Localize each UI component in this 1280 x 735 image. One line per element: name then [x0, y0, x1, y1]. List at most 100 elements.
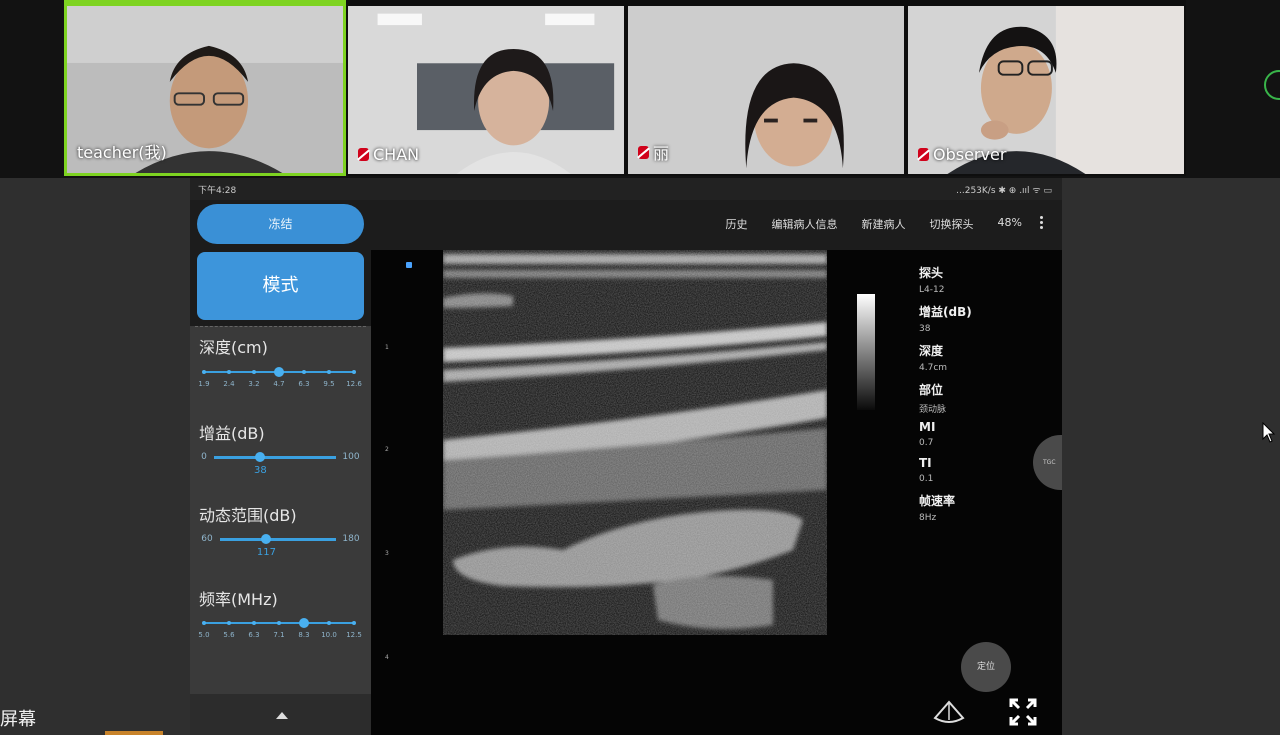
depth-tick-mark[interactable] — [327, 370, 331, 374]
dynamic-range-slider-track[interactable] — [220, 538, 336, 541]
video-strip: teacher(我) CHAN 丽 Observer — [0, 0, 1280, 178]
param-site-label: 部位 — [919, 383, 944, 397]
depth-slider-thumb[interactable] — [274, 367, 284, 377]
depth-tick-label: 9.5 — [323, 380, 335, 388]
mic-muted-icon — [918, 148, 929, 161]
status-bar: 下午4:28 ...253K/s ✱ ⊕ .ııl ᯤ ▭ — [190, 178, 1062, 200]
frequency-slider-thumb[interactable] — [299, 618, 309, 628]
participant-name: Observer — [918, 145, 1006, 164]
depth-tick: 4 — [385, 654, 389, 661]
dynamic-range-max: 180 — [342, 534, 360, 544]
parameter-list: 探头 L4-12 增益(dB) 38 深度 4.7cm 部位 颈动脉 MI 0.… — [919, 258, 1009, 525]
frequency-tick-mark[interactable] — [227, 621, 231, 625]
param-depth-label: 深度 — [919, 344, 944, 358]
share-right-margin — [1062, 178, 1280, 735]
param-depth-value: 4.7cm — [919, 363, 948, 373]
participant-tile-li[interactable]: 丽 — [626, 0, 906, 176]
param-framerate-value: 8Hz — [919, 513, 937, 523]
frequency-tick-label: 12.5 — [346, 631, 362, 639]
freeze-button[interactable]: 冻结 — [197, 204, 364, 244]
shared-screen: 下午4:28 ...253K/s ✱ ⊕ .ııl ᯤ ▭ 历史 编辑病人信息 … — [190, 178, 1062, 735]
participant-name-label: teacher(我) — [77, 143, 167, 162]
new-patient-button[interactable]: 新建病人 — [862, 216, 906, 232]
share-screen-label[interactable]: 屏幕 — [0, 705, 36, 731]
gain-value: 38 — [253, 465, 267, 476]
depth-tick-label: 3.2 — [248, 380, 260, 388]
orientation-marker — [406, 262, 412, 268]
param-probe-value: L4-12 — [919, 285, 945, 295]
depth-tick-label: 6.3 — [298, 380, 310, 388]
depth-label: 深度(cm) — [199, 338, 268, 357]
probe-icon[interactable] — [931, 698, 967, 726]
gain-slider-track[interactable] — [214, 456, 336, 459]
share-left-margin — [0, 178, 190, 735]
gain-min: 0 — [201, 452, 207, 462]
param-ti-value: 0.1 — [919, 474, 934, 484]
participant-name-label: 丽 — [653, 144, 670, 163]
participant-name: teacher(我) — [77, 139, 167, 163]
depth-tick-mark[interactable] — [252, 370, 256, 374]
status-time: 下午4:28 — [198, 186, 237, 196]
video-feed-li — [628, 6, 904, 174]
mic-muted-icon — [638, 145, 649, 159]
depth-tick-mark[interactable] — [227, 370, 231, 374]
dynamic-range-label: 动态范围(dB) — [199, 506, 297, 525]
frequency-tick-mark[interactable] — [352, 621, 356, 625]
frequency-tick-label: 6.3 — [248, 631, 260, 639]
depth-tick: 2 — [385, 446, 389, 453]
top-toolbar: 历史 编辑病人信息 新建病人 切换探头 48% — [726, 216, 1022, 232]
param-framerate-label: 帧速率 — [919, 494, 956, 508]
mouse-cursor-icon — [1262, 422, 1276, 443]
more-menu-icon[interactable] — [1040, 216, 1044, 230]
frequency-tick-label: 8.3 — [298, 631, 310, 639]
status-ring-icon[interactable] — [1264, 70, 1280, 100]
depth-tick-label: 12.6 — [346, 380, 362, 388]
switch-probe-button[interactable]: 切换探头 — [930, 216, 974, 232]
depth-tick: 3 — [385, 550, 389, 557]
participant-tile-teacher[interactable]: teacher(我) — [64, 0, 346, 176]
frequency-tick-mark[interactable] — [252, 621, 256, 625]
frequency-tick-mark[interactable] — [327, 621, 331, 625]
status-icons: ...253K/s ✱ ⊕ .ııl ᯤ ▭ — [956, 186, 1052, 196]
dynamic-range-value: 117 — [256, 547, 276, 558]
frequency-tick-label: 7.1 — [273, 631, 285, 639]
panel-divider — [195, 326, 366, 327]
param-gain-value: 38 — [919, 324, 931, 334]
frequency-tick-mark[interactable] — [202, 621, 206, 625]
participant-name-label: Observer — [933, 145, 1007, 164]
param-ti-label: TI — [919, 456, 932, 470]
depth-tick-mark[interactable] — [202, 370, 206, 374]
depth-tick: 1 — [385, 344, 389, 351]
participant-tile-observer[interactable]: Observer — [906, 0, 1186, 176]
gain-max: 100 — [342, 452, 360, 462]
depth-tick-mark[interactable] — [302, 370, 306, 374]
frequency-tick-label: 5.6 — [223, 631, 235, 639]
edit-patient-button[interactable]: 编辑病人信息 — [772, 216, 838, 232]
frequency-tick-mark[interactable] — [277, 621, 281, 625]
frequency-tick-label: 5.0 — [198, 631, 210, 639]
participant-tile-chan[interactable]: CHAN — [346, 0, 626, 176]
participant-name-label: CHAN — [373, 145, 420, 164]
mic-muted-icon — [358, 148, 369, 161]
param-gain-label: 增益(dB) — [919, 305, 972, 319]
history-button[interactable]: 历史 — [726, 216, 748, 232]
grayscale-bar — [857, 294, 875, 410]
dynamic-range-min: 60 — [201, 534, 213, 544]
param-probe-label: 探头 — [919, 266, 944, 280]
fullscreen-icon[interactable] — [1009, 698, 1037, 726]
locate-button[interactable]: 定位 — [961, 642, 1011, 692]
tgc-tab[interactable]: TGC — [1033, 435, 1062, 490]
frequency-label: 频率(MHz) — [199, 590, 278, 609]
mode-button[interactable]: 模式 — [197, 252, 364, 320]
expand-up-icon[interactable] — [276, 712, 288, 719]
ultrasound-image — [443, 250, 827, 635]
depth-tick-label: 4.7 — [273, 380, 285, 388]
bottom-indicator — [105, 731, 163, 735]
participant-name: CHAN — [358, 145, 419, 164]
ultrasound-view[interactable]: 1 2 3 4 探头 L4-12 增益(dB) 38 深度 4.7cm 部位 颈… — [371, 250, 1062, 735]
frequency-tick-label: 10.0 — [321, 631, 337, 639]
param-mi-label: MI — [919, 420, 936, 434]
participant-name: 丽 — [638, 140, 669, 164]
depth-tick-mark[interactable] — [352, 370, 356, 374]
gain-label: 增益(dB) — [199, 424, 265, 443]
